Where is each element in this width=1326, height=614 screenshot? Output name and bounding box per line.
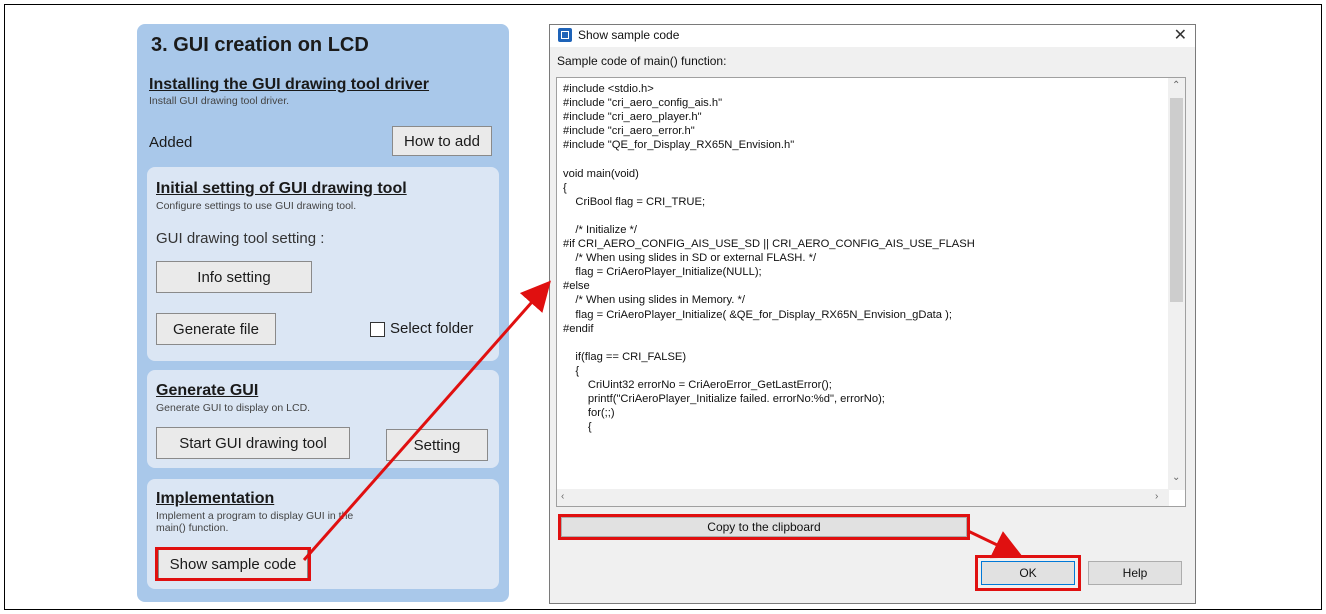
how-to-add-button[interactable]: How to add bbox=[392, 126, 492, 156]
sample-code-text: #include <stdio.h> #include "cri_aero_co… bbox=[563, 83, 975, 434]
highlight-copy bbox=[558, 514, 970, 540]
generate-gui-card: Generate GUI Generate GUI to display on … bbox=[147, 370, 499, 468]
help-button[interactable]: Help bbox=[1088, 561, 1182, 585]
scroll-down-icon[interactable]: ⌄ bbox=[1172, 472, 1180, 483]
app-icon bbox=[558, 28, 572, 42]
select-folder-label: Select folder bbox=[390, 320, 474, 337]
implementation-subtitle: Implement a program to display GUI in th… bbox=[156, 510, 354, 534]
highlight-ok bbox=[975, 555, 1081, 591]
generate-gui-heading[interactable]: Generate GUI bbox=[156, 382, 258, 400]
install-driver-heading[interactable]: Installing the GUI drawing tool driver bbox=[149, 76, 429, 94]
highlight-show-sample bbox=[155, 547, 311, 581]
start-gui-tool-button[interactable]: Start GUI drawing tool bbox=[156, 427, 350, 459]
generate-gui-subtitle: Generate GUI to display on LCD. bbox=[156, 402, 311, 414]
code-label: Sample code of main() function: bbox=[557, 54, 727, 68]
close-icon[interactable]: ✕ bbox=[1174, 25, 1187, 45]
dialog-title: Show sample code bbox=[578, 28, 680, 42]
initial-setting-heading[interactable]: Initial setting of GUI drawing tool bbox=[156, 180, 407, 198]
tool-setting-label: GUI drawing tool setting : bbox=[156, 230, 325, 247]
scroll-right-icon[interactable]: › bbox=[1155, 491, 1158, 502]
dialog-titlebar: Show sample code ✕ bbox=[550, 25, 1195, 45]
info-setting-button[interactable]: Info setting bbox=[156, 261, 312, 293]
install-driver-subtitle: Install GUI drawing tool driver. bbox=[149, 95, 290, 107]
initial-setting-subtitle: Configure settings to use GUI drawing to… bbox=[156, 200, 357, 212]
sample-code-dialog: Show sample code ✕ Sample code of main()… bbox=[549, 24, 1196, 604]
implementation-card: Implementation Implement a program to di… bbox=[147, 479, 499, 589]
scroll-up-icon[interactable]: ⌃ bbox=[1172, 80, 1180, 91]
generate-file-button[interactable]: Generate file bbox=[156, 313, 276, 345]
dialog-body: Sample code of main() function: #include… bbox=[550, 47, 1195, 603]
horizontal-scrollbar[interactable]: ‹ › bbox=[557, 489, 1169, 506]
panel-title: 3. GUI creation on LCD bbox=[151, 34, 369, 56]
initial-setting-card: Initial setting of GUI drawing tool Conf… bbox=[147, 167, 499, 361]
select-folder-checkbox[interactable] bbox=[370, 322, 385, 337]
scrollbar-thumb[interactable] bbox=[1170, 98, 1183, 302]
gui-creation-panel: 3. GUI creation on LCD Installing the GU… bbox=[137, 24, 509, 602]
driver-status-label: Added bbox=[149, 134, 193, 151]
code-viewer[interactable]: #include <stdio.h> #include "cri_aero_co… bbox=[556, 77, 1186, 507]
implementation-heading[interactable]: Implementation bbox=[156, 490, 274, 508]
setting-button[interactable]: Setting bbox=[386, 429, 488, 461]
vertical-scrollbar[interactable]: ⌃ ⌄ bbox=[1168, 78, 1185, 490]
scroll-left-icon[interactable]: ‹ bbox=[561, 491, 564, 502]
